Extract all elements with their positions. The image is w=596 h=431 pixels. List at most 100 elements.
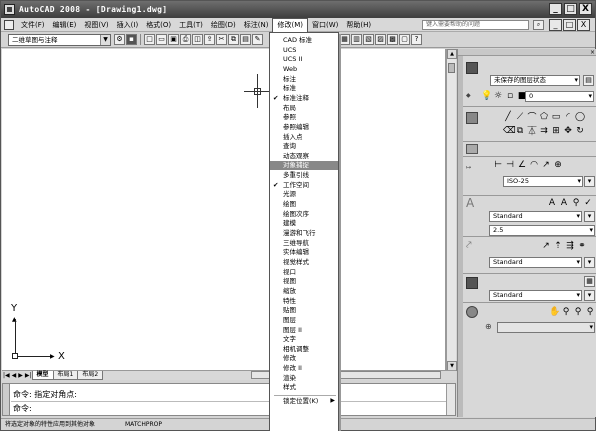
zoom-window-icon[interactable]: ⚲ [573, 307, 583, 317]
toolbar-menu-item[interactable]: 图层 [270, 316, 338, 325]
toolbar-menu-item[interactable]: 绘图 [270, 200, 338, 209]
toolbar-menu-item[interactable]: 实体编辑 [270, 248, 338, 257]
mtext-icon[interactable]: A [547, 198, 557, 208]
named-views-dropdown[interactable] [497, 322, 595, 333]
copy-object-icon[interactable]: ⧉ [515, 126, 525, 136]
menu-modify[interactable]: 修改(M) [272, 17, 308, 32]
markup-icon[interactable]: ▩ [387, 34, 398, 45]
erase-icon[interactable]: ⌫ [503, 126, 516, 136]
angular-dim-icon[interactable]: ∠ [517, 160, 527, 170]
command-prompt[interactable]: 命令: [13, 403, 32, 414]
lock-location-menu-item[interactable]: 锁定位置(K) ▶ [270, 397, 338, 406]
toolbar-menu-item[interactable]: 修改 [270, 354, 338, 363]
doc-restore-button[interactable]: □ [563, 19, 576, 31]
text-height-dropdown[interactable]: 2.5 [489, 225, 595, 236]
save-icon[interactable]: ▣ [168, 34, 179, 45]
mleader-style-settings-icon[interactable]: ▾ [584, 257, 595, 268]
sheet-set-icon[interactable]: ▨ [375, 34, 386, 45]
rotate-icon[interactable]: ↻ [575, 126, 585, 136]
scroll-thumb[interactable] [448, 63, 455, 73]
command-scrollbar[interactable] [446, 384, 455, 415]
toolbar-menu-item[interactable]: 参照编辑 [270, 123, 338, 132]
mleader-icon[interactable]: ↗ [541, 241, 551, 251]
radius-dim-icon[interactable]: ◠ [529, 160, 539, 170]
help-search-icon[interactable]: ⌕ [533, 20, 544, 30]
toolbar-menu-item[interactable]: 插入点 [270, 133, 338, 142]
plot-icon[interactable]: ⎙ [180, 34, 191, 45]
dim-style-dropdown[interactable]: ISO-25 [503, 176, 583, 187]
multileader-panel-icon[interactable]: ⤤ [466, 240, 478, 252]
table-panel-icon[interactable] [466, 277, 478, 289]
toolbar-menu-item[interactable]: 相机调整 [270, 345, 338, 354]
toolbar-menu-item[interactable]: 多重引线 [270, 171, 338, 180]
circle-icon[interactable]: ◯ [575, 112, 585, 122]
mleader-collect-icon[interactable]: ⚭ [577, 241, 587, 251]
toolbar-menu-item[interactable]: 缩放 [270, 287, 338, 296]
lock-icon[interactable]: ▫ [505, 91, 515, 101]
toolbar-menu-item[interactable]: 建模 [270, 219, 338, 228]
toolbar-menu-item[interactable]: 查询 [270, 142, 338, 151]
mirror-icon[interactable]: ⏄ [527, 124, 537, 137]
plot-preview-icon[interactable]: ◫ [192, 34, 203, 45]
polyline-icon[interactable]: ⌒ [527, 110, 537, 123]
text-style-dropdown[interactable]: Standard [489, 211, 582, 222]
zoom-realtime-icon[interactable]: ⚲ [561, 307, 571, 317]
toolbar-menu-item[interactable]: 漫游和飞行 [270, 229, 338, 238]
toolbar-menu-item[interactable]: 对象捕捉 [270, 161, 338, 171]
rectangle-icon[interactable]: ▭ [551, 112, 561, 122]
layers-panel-icon[interactable] [466, 62, 478, 74]
layer-current-dropdown[interactable]: 0 [525, 91, 594, 102]
menu-format[interactable]: 格式(O) [142, 20, 175, 30]
new-file-icon[interactable]: □ [144, 34, 155, 45]
toolbar-menu-item[interactable]: 文字 [270, 335, 338, 344]
sun-icon[interactable]: ☼ [493, 91, 503, 101]
vertical-scrollbar[interactable]: ▲ ▼ [446, 49, 457, 371]
toolbar-menu-item[interactable]: 标准 [270, 84, 338, 93]
autocad-logo-icon[interactable] [4, 4, 15, 15]
toolbar-menu-item[interactable]: 图层 II [270, 326, 338, 335]
close-button[interactable]: X [579, 3, 592, 15]
maximize-button[interactable]: □ [564, 3, 577, 15]
zoom-extents-icon[interactable]: ⚲ [585, 307, 595, 317]
find-text-icon[interactable]: ⚲ [571, 198, 581, 208]
match-properties-icon[interactable]: ✎ [252, 34, 263, 45]
move-icon[interactable]: ✥ [563, 126, 573, 136]
text-style-settings-icon[interactable]: ▾ [584, 211, 595, 222]
draw-panel-icon[interactable] [466, 112, 478, 124]
tab-prev-icon[interactable]: ◀ [11, 372, 18, 379]
toolbar-menu-item[interactable]: 视图 [270, 277, 338, 286]
mleader-align-icon[interactable]: ⇶ [565, 241, 575, 251]
layer-state-settings-icon[interactable]: ▤ [583, 75, 594, 86]
toolbar-menu-item[interactable]: 绘图次序 [270, 210, 338, 219]
menu-insert[interactable]: 插入(I) [113, 20, 143, 30]
publish-icon[interactable]: ⇪ [204, 34, 215, 45]
toolbar-menu-item[interactable]: 动态观察 [270, 152, 338, 161]
cut-icon[interactable]: ✂ [216, 34, 227, 45]
scroll-up-icon[interactable]: ▲ [447, 49, 457, 59]
dim-style-settings-icon[interactable]: ▾ [584, 176, 595, 187]
toolbar-menu-item[interactable]: 布局 [270, 104, 338, 113]
workspace-select[interactable]: 二维草图与注释 ▼ [8, 34, 111, 46]
dimensions-panel-icon[interactable]: ↦ [466, 164, 471, 171]
tab-model[interactable]: 模型 [31, 371, 54, 380]
array-icon[interactable]: ⊞ [551, 126, 561, 136]
toolbar-menu-item[interactable]: 特性 [270, 297, 338, 306]
menu-dimension[interactable]: 标注(N) [240, 20, 273, 30]
toolbar-menu-item[interactable]: 样式 [270, 383, 338, 392]
help-search-input[interactable]: 键入需要帮助的问题 [422, 20, 529, 30]
single-text-icon[interactable]: A [559, 198, 569, 208]
toolbar-menu-item[interactable]: 视口 [270, 268, 338, 277]
pan-icon[interactable]: ✋ [549, 307, 560, 317]
table-insert-icon[interactable]: ▦ [584, 276, 595, 287]
aligned-dim-icon[interactable]: ⊣ [505, 160, 515, 170]
xline-icon[interactable]: ⟋ [515, 112, 525, 122]
calculator-icon[interactable]: ▢ [399, 34, 410, 45]
toolbar-menu-item[interactable]: 贴图 [270, 306, 338, 315]
layer-state-dropdown[interactable]: 未保存的图层状态 [490, 75, 580, 86]
leader-icon[interactable]: ↗ [541, 160, 551, 170]
tab-next-icon[interactable]: ▶ [17, 372, 24, 379]
text-panel-icon[interactable]: A [466, 197, 478, 209]
linear-dim-icon[interactable]: ⊢ [493, 160, 503, 170]
menu-draw[interactable]: 绘图(D) [207, 20, 240, 30]
toolbar-menu-item[interactable]: 光源 [270, 190, 338, 199]
